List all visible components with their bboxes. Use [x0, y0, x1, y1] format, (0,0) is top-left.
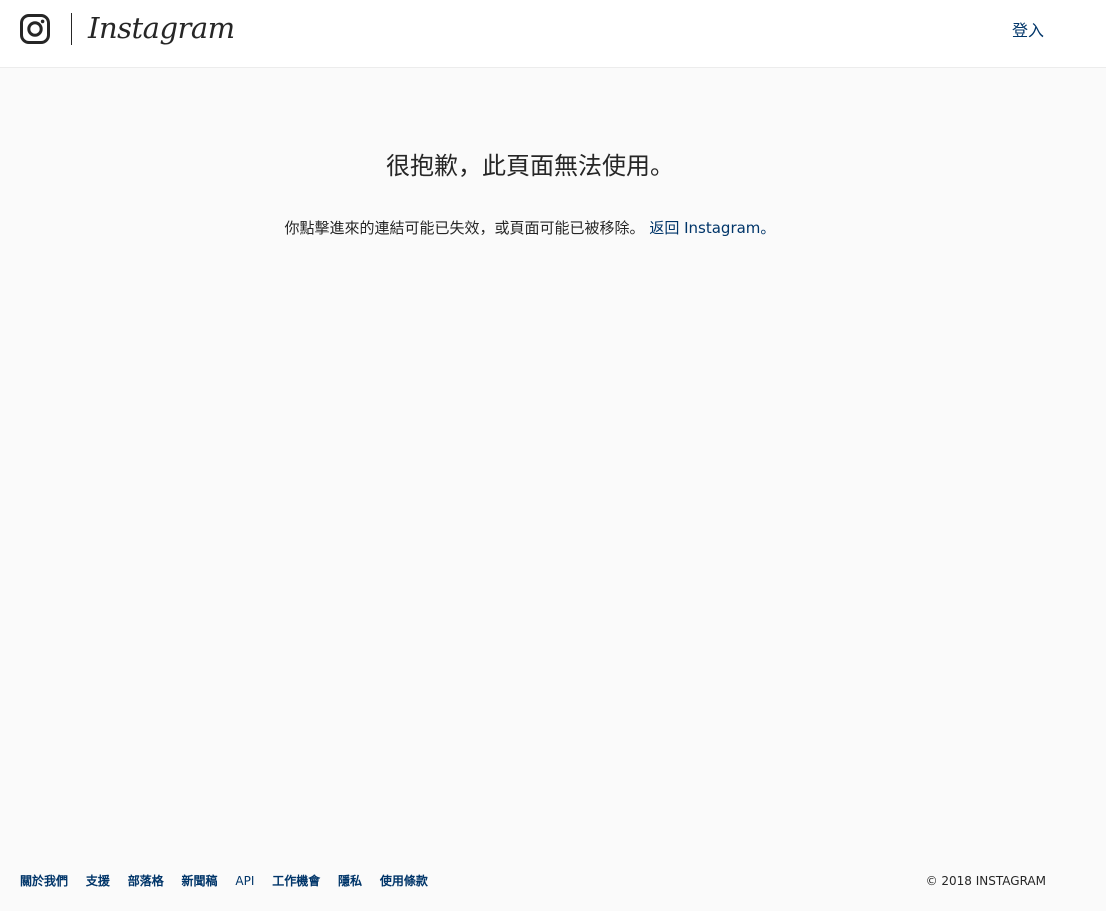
footer-link-api[interactable]: API — [235, 874, 254, 888]
back-to-instagram-link[interactable]: 返回 Instagram。 — [649, 219, 775, 237]
footer-link-terms[interactable]: 使用條款 — [380, 874, 428, 888]
footer-nav: 關於我們 支援 部落格 新聞稿 API 工作機會 隱私 使用條款 — [20, 870, 442, 892]
logo-divider — [71, 13, 72, 45]
top-navbar: Instagram 登入 — [0, 0, 1106, 68]
footer-link-support[interactable]: 支援 — [86, 874, 110, 888]
instagram-camera-icon[interactable] — [20, 14, 50, 44]
instagram-wordmark-logo[interactable]: Instagram — [88, 10, 235, 46]
copyright: © 2018 INSTAGRAM — [925, 874, 1046, 888]
footer-link-blog[interactable]: 部落格 — [128, 874, 164, 888]
error-message-text: 你點擊進來的連結可能已失效，或頁面可能已被移除。 — [284, 219, 645, 237]
error-message: 你點擊進來的連結可能已失效，或頁面可能已被移除。 返回 Instagram。 — [0, 217, 1060, 239]
footer-link-jobs[interactable]: 工作機會 — [272, 874, 320, 888]
footer-link-privacy[interactable]: 隱私 — [338, 874, 362, 888]
error-title: 很抱歉，此頁面無法使用。 — [386, 152, 674, 180]
footer-link-press[interactable]: 新聞稿 — [182, 874, 218, 888]
footer: 關於我們 支援 部落格 新聞稿 API 工作機會 隱私 使用條款 © 2018 … — [20, 870, 1046, 892]
login-link[interactable]: 登入 — [1012, 20, 1044, 42]
footer-link-about[interactable]: 關於我們 — [20, 874, 68, 888]
